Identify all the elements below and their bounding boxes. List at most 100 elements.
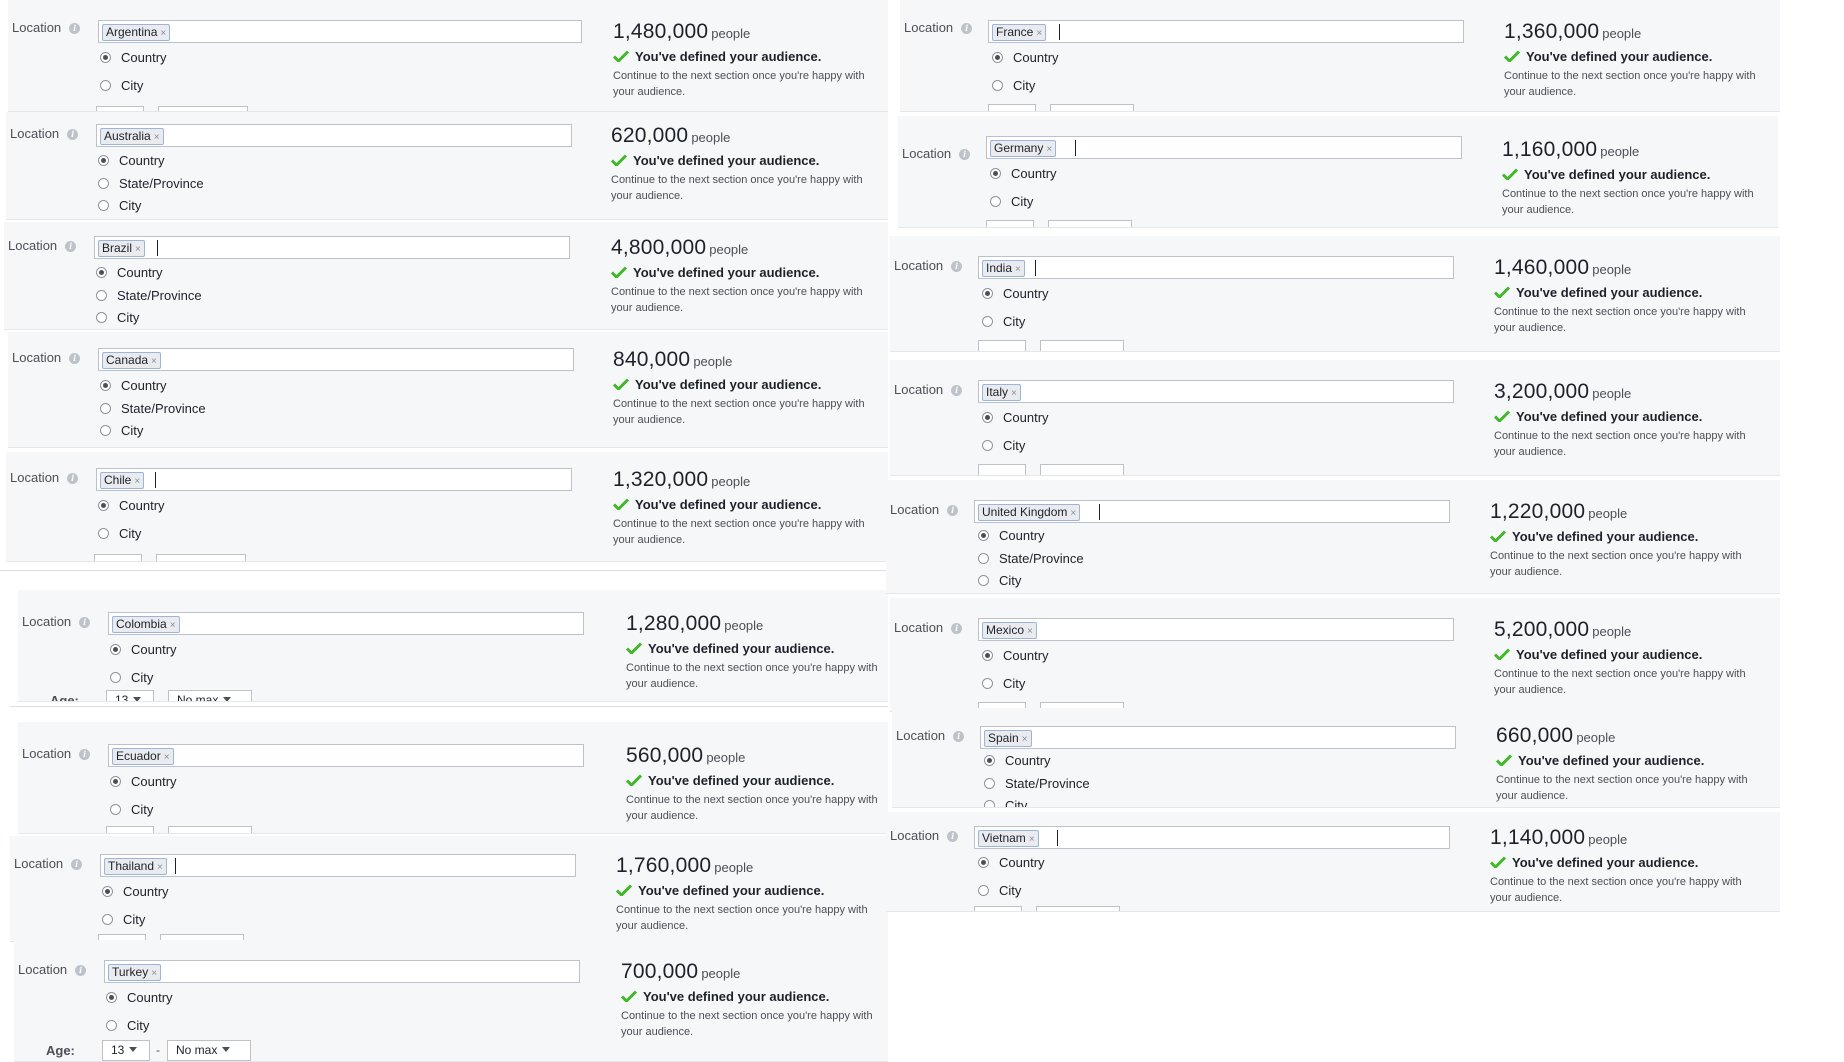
- location-input[interactable]: Italy ×: [978, 380, 1454, 403]
- radio-city[interactable]: City: [110, 670, 153, 685]
- remove-icon[interactable]: ×: [170, 620, 176, 631]
- radio-button[interactable]: [978, 885, 989, 896]
- location-input[interactable]: Chile ×: [96, 468, 572, 491]
- age-min-select[interactable]: [988, 104, 1036, 111]
- radio-state-province[interactable]: State/Province: [98, 176, 204, 191]
- remove-icon[interactable]: ×: [1011, 388, 1017, 399]
- remove-icon[interactable]: ×: [157, 862, 163, 873]
- info-icon[interactable]: i: [947, 831, 959, 842]
- age-max-select[interactable]: [1040, 340, 1124, 351]
- radio-city[interactable]: City: [978, 883, 1021, 898]
- location-input[interactable]: Vietnam ×: [974, 826, 1450, 849]
- info-icon[interactable]: i: [67, 129, 79, 140]
- info-icon[interactable]: i: [951, 623, 963, 634]
- radio-country[interactable]: Country: [98, 498, 165, 513]
- info-icon[interactable]: i: [75, 965, 87, 976]
- age-max-select[interactable]: [1048, 220, 1132, 227]
- remove-icon[interactable]: ×: [1070, 508, 1076, 519]
- radio-city[interactable]: City: [982, 438, 1025, 453]
- age-max-select[interactable]: [1040, 464, 1124, 475]
- radio-button[interactable]: [102, 914, 113, 925]
- radio-button[interactable]: [982, 678, 993, 689]
- radio-button[interactable]: [990, 196, 1001, 207]
- radio-city[interactable]: City: [106, 1018, 149, 1033]
- radio-city[interactable]: City: [982, 676, 1025, 691]
- age-min-select[interactable]: [106, 826, 154, 833]
- radio-button[interactable]: [100, 425, 111, 436]
- age-max-select[interactable]: [156, 554, 246, 561]
- remove-icon[interactable]: ×: [151, 968, 157, 979]
- radio-city[interactable]: City: [984, 798, 1027, 807]
- age-max-select[interactable]: [1036, 906, 1120, 911]
- location-input[interactable]: India ×: [978, 256, 1454, 279]
- age-max-select[interactable]: [168, 826, 252, 833]
- remove-icon[interactable]: ×: [1036, 28, 1042, 39]
- age-min-select[interactable]: [986, 220, 1034, 227]
- remove-icon[interactable]: ×: [164, 752, 170, 763]
- radio-country[interactable]: Country: [982, 648, 1049, 663]
- age-max-select[interactable]: No max: [167, 1040, 251, 1061]
- radio-button[interactable]: [110, 776, 121, 787]
- info-icon[interactable]: i: [951, 261, 963, 272]
- radio-button[interactable]: [98, 155, 109, 166]
- location-input[interactable]: Argentina ×: [98, 20, 582, 43]
- radio-city[interactable]: City: [100, 78, 143, 93]
- radio-button[interactable]: [98, 528, 109, 539]
- radio-button[interactable]: [978, 575, 989, 586]
- radio-city[interactable]: City: [990, 194, 1033, 209]
- radio-country[interactable]: Country: [100, 378, 167, 393]
- location-input[interactable]: Thailand ×: [100, 854, 576, 877]
- radio-button[interactable]: [978, 530, 989, 541]
- remove-icon[interactable]: ×: [1046, 144, 1052, 155]
- radio-state-province[interactable]: State/Province: [984, 776, 1090, 791]
- radio-button[interactable]: [984, 800, 995, 807]
- radio-country[interactable]: Country: [96, 265, 163, 280]
- location-input[interactable]: Ecuador ×: [108, 744, 584, 767]
- info-icon[interactable]: i: [961, 23, 973, 34]
- remove-icon[interactable]: ×: [151, 356, 157, 367]
- info-icon[interactable]: i: [951, 385, 963, 396]
- location-input[interactable]: Australia ×: [96, 124, 572, 147]
- age-min-select[interactable]: [94, 554, 142, 561]
- radio-state-province[interactable]: State/Province: [100, 401, 206, 416]
- radio-button[interactable]: [96, 290, 107, 301]
- radio-button[interactable]: [982, 288, 993, 299]
- info-icon[interactable]: i: [947, 505, 959, 516]
- radio-country[interactable]: Country: [992, 50, 1059, 65]
- radio-country[interactable]: Country: [102, 884, 169, 899]
- radio-country[interactable]: Country: [110, 642, 177, 657]
- location-input[interactable]: Turkey ×: [104, 960, 580, 983]
- info-icon[interactable]: i: [953, 731, 965, 742]
- remove-icon[interactable]: ×: [1022, 734, 1028, 745]
- info-icon[interactable]: i: [959, 149, 971, 160]
- radio-city[interactable]: City: [98, 198, 141, 213]
- info-icon[interactable]: i: [71, 859, 83, 870]
- radio-city[interactable]: City: [978, 573, 1021, 588]
- radio-city[interactable]: City: [992, 78, 1035, 93]
- radio-button[interactable]: [100, 80, 111, 91]
- location-input[interactable]: Mexico ×: [978, 618, 1454, 641]
- location-input[interactable]: France ×: [988, 20, 1464, 43]
- radio-button[interactable]: [100, 380, 111, 391]
- info-icon[interactable]: i: [69, 353, 81, 364]
- remove-icon[interactable]: ×: [1027, 626, 1033, 637]
- remove-icon[interactable]: ×: [1015, 264, 1021, 275]
- remove-icon[interactable]: ×: [1029, 834, 1035, 845]
- radio-button[interactable]: [96, 267, 107, 278]
- radio-button[interactable]: [984, 755, 995, 766]
- age-min-select[interactable]: [978, 464, 1026, 475]
- location-input[interactable]: United Kingdom ×: [974, 500, 1450, 523]
- remove-icon[interactable]: ×: [134, 476, 140, 487]
- location-input[interactable]: Canada ×: [98, 348, 574, 371]
- radio-button[interactable]: [100, 403, 111, 414]
- radio-button[interactable]: [96, 312, 107, 323]
- remove-icon[interactable]: ×: [135, 244, 141, 255]
- radio-button[interactable]: [106, 992, 117, 1003]
- radio-button[interactable]: [98, 200, 109, 211]
- radio-country[interactable]: Country: [990, 166, 1057, 181]
- radio-button[interactable]: [110, 672, 121, 683]
- location-input[interactable]: Spain ×: [980, 726, 1456, 749]
- radio-button[interactable]: [982, 650, 993, 661]
- radio-country[interactable]: Country: [978, 855, 1045, 870]
- radio-button[interactable]: [978, 857, 989, 868]
